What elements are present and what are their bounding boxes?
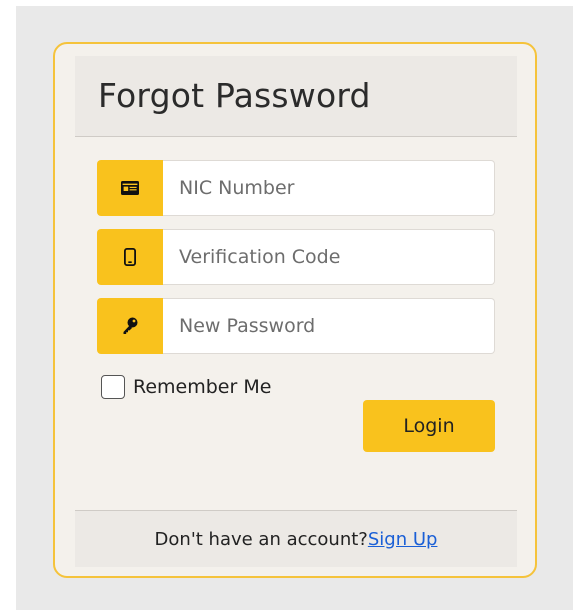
remember-me-row[interactable]: Remember Me <box>101 374 271 400</box>
forgot-password-card: Forgot Password NIC Number Verification … <box>53 42 537 578</box>
sign-up-link[interactable]: Sign Up <box>368 529 438 550</box>
new-password-group <box>97 298 495 354</box>
card-header: Forgot Password <box>75 56 517 137</box>
mobile-phone-icon <box>97 229 163 285</box>
signup-prompt: Don't have an account? <box>154 528 368 550</box>
verification-code-group <box>97 229 495 285</box>
remember-me-label: Remember Me <box>133 376 272 398</box>
id-card-icon <box>97 160 163 216</box>
key-icon <box>97 298 163 354</box>
nic-number-input[interactable] <box>163 160 495 216</box>
new-password-input[interactable] <box>163 298 495 354</box>
nic-number-group <box>97 160 495 216</box>
remember-me-checkbox[interactable] <box>101 375 125 399</box>
card-footer: Don't have an account? Sign Up <box>75 510 517 567</box>
page-title: Forgot Password <box>98 76 371 115</box>
login-button[interactable]: Login <box>363 400 495 452</box>
verification-code-input[interactable] <box>163 229 495 285</box>
